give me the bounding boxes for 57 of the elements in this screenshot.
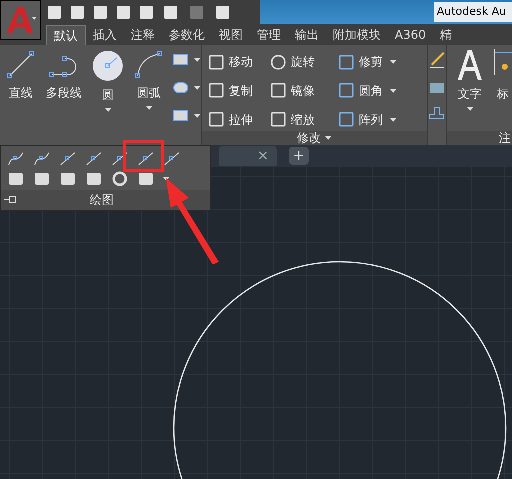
caret-icon[interactable] [466, 107, 474, 111]
caret-icon[interactable] [390, 118, 397, 122]
application-menu-button[interactable] [0, 0, 41, 40]
modify-tool-button[interactable]: 缩放 [270, 110, 315, 129]
spline-fit-icon[interactable] [7, 150, 25, 166]
caret-icon[interactable] [194, 114, 201, 118]
caret-icon[interactable] [390, 88, 397, 93]
modify-tool-button[interactable]: 移动 [208, 53, 253, 72]
annotation-tool-button[interactable]: 标 [493, 49, 512, 131]
close-tab-icon[interactable]: × [257, 146, 269, 166]
rotate-icon [270, 54, 287, 71]
caret-icon[interactable] [194, 86, 201, 90]
panel-title[interactable]: 修改 [297, 131, 321, 145]
donut-icon[interactable] [111, 171, 129, 187]
file-tab[interactable]: × [219, 146, 277, 166]
ribbon-tab[interactable]: 默认 [46, 25, 86, 45]
draw-tool-button[interactable]: 圆弧 [132, 50, 166, 145]
ribbon-tab[interactable]: 插入 [86, 25, 124, 45]
caret-icon[interactable] [325, 136, 332, 140]
modify-tool-button[interactable]: 圆角 [338, 82, 383, 100]
annotation-tool-button[interactable]: 文字 [457, 49, 483, 131]
spline-cv-icon[interactable] [33, 150, 51, 166]
modify-tool-button[interactable]: 阵列 [338, 110, 383, 129]
rectangle-icon[interactable] [172, 52, 190, 68]
pin-icon[interactable] [4, 196, 18, 204]
brush-icon[interactable] [428, 51, 446, 69]
circle-icon [92, 50, 124, 82]
ribbon-tab[interactable]: 精 [433, 25, 460, 45]
ribbon-tab[interactable]: 注释 [124, 25, 162, 45]
highlight-box [123, 140, 164, 172]
caret-icon[interactable] [146, 106, 152, 110]
text-tool-icon [457, 49, 483, 81]
modify-tool-button[interactable]: 旋转 [270, 53, 315, 72]
caret-icon[interactable] [104, 108, 112, 112]
ribbon-tab[interactable]: 输出 [288, 25, 326, 45]
panel-title[interactable]: 注 [499, 131, 511, 145]
ribbon-tab[interactable]: 管理 [250, 25, 288, 45]
draw-tool-button[interactable]: 直线 [4, 50, 38, 145]
window-title: Autodesk Au [437, 4, 506, 20]
modify-tool-button[interactable]: 复制 [208, 82, 253, 100]
ribbon-tab[interactable]: 附加模块 [326, 25, 388, 45]
ribbon-tab[interactable]: 视图 [212, 25, 250, 45]
new-tab-button[interactable]: + [289, 147, 309, 165]
modify-tool-button[interactable]: 拉伸 [208, 110, 253, 129]
stamp-icon[interactable] [428, 105, 446, 121]
draw-tool-button[interactable]: 圆 [90, 50, 126, 145]
arc-icon [134, 50, 164, 80]
ribbon-tab[interactable]: A360 [388, 25, 434, 45]
letter-a-logo-icon [4, 6, 36, 34]
caret-icon[interactable] [194, 58, 201, 62]
line-icon [6, 50, 36, 80]
modify-tool-button[interactable]: 镜像 [270, 82, 315, 100]
panel-title[interactable]: 绘图 [90, 191, 114, 209]
caret-icon[interactable] [390, 60, 397, 64]
ribbon-tab[interactable]: 参数化 [162, 25, 212, 45]
draw-tool-button[interactable]: 多段线 [44, 50, 84, 145]
modify-tool-button[interactable]: 修剪 [338, 53, 383, 72]
